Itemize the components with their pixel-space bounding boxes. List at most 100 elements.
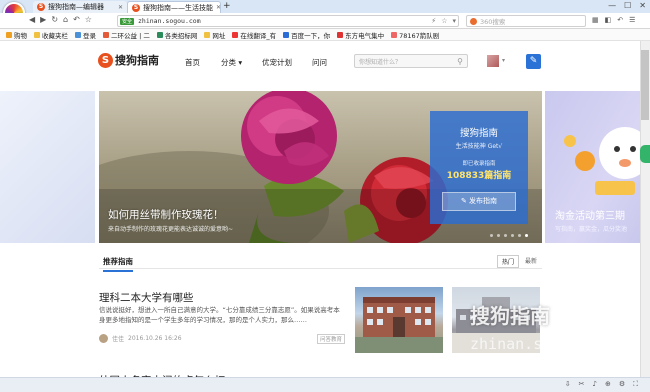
- site-search-input[interactable]: 你想知道什么？ ⚲: [354, 54, 468, 68]
- close-tab-icon[interactable]: ✕: [216, 4, 220, 11]
- watermark-brand: 搜狗指南: [470, 304, 550, 328]
- undo-tab-icon[interactable]: ↶: [617, 16, 623, 24]
- carousel-dot[interactable]: [497, 234, 500, 237]
- chevron-down-icon[interactable]: ▾: [502, 57, 505, 64]
- bookmark-item[interactable]: 收藏夹栏: [34, 30, 68, 40]
- article-meta: 佳佳 2016.10.26 16:26: [99, 334, 182, 343]
- sogou-favicon-icon: S: [132, 3, 140, 12]
- sound-icon[interactable]: ♪: [592, 380, 596, 389]
- bookmark-star-icon[interactable]: ☆: [441, 17, 447, 25]
- maximize-icon[interactable]: ☐: [624, 1, 631, 10]
- download-icon[interactable]: ⇩: [565, 380, 571, 389]
- article-thumbnail[interactable]: [355, 287, 443, 353]
- bookmark-item[interactable]: 网址: [204, 30, 225, 40]
- back-icon[interactable]: ◀: [29, 15, 35, 24]
- bookmark-icon: [6, 31, 12, 38]
- side-widget-icon[interactable]: [640, 145, 650, 163]
- browser-status-bar: [0, 377, 650, 392]
- toolbar-icons: ▦ ◧ ↶ ☰: [592, 16, 635, 24]
- sort-toggle: 热门 最新: [497, 255, 542, 268]
- apps-icon[interactable]: ▦: [592, 16, 599, 24]
- cut-icon[interactable]: ✂: [579, 380, 585, 389]
- close-tab-icon[interactable]: ✕: [118, 4, 123, 11]
- bookmark-item[interactable]: 登录: [75, 30, 96, 40]
- url-text[interactable]: zhinan.sogou.com: [138, 17, 201, 25]
- scrollbar-thumb[interactable]: [641, 50, 649, 120]
- user-avatar[interactable]: [487, 55, 499, 67]
- carousel-dot[interactable]: [511, 234, 514, 237]
- search-engine-icon[interactable]: [470, 17, 477, 25]
- url-actions: ⚡ ☆ ▾: [431, 17, 456, 25]
- author-avatar[interactable]: [99, 334, 108, 343]
- hero-title[interactable]: 如何用丝带制作玫瑰花！: [108, 207, 224, 222]
- bookmark-item[interactable]: 各类招标网: [156, 30, 197, 40]
- undo-icon[interactable]: ↶: [73, 15, 80, 24]
- close-window-icon[interactable]: ✕: [639, 1, 646, 10]
- browser-tab-guide[interactable]: S 搜狗指南——生活技能 ✕: [127, 1, 221, 13]
- forward-icon[interactable]: ▶: [40, 15, 46, 24]
- article-title[interactable]: 理科二本大学有哪些: [99, 290, 194, 305]
- article-excerpt: 信说说挺好，想进入一所自己满意的大学。“七分靠成绩三分靠志愿”。如果说高考本身更…: [99, 306, 340, 324]
- star-icon[interactable]: ☆: [85, 15, 92, 24]
- search-placeholder: 360搜索: [480, 18, 506, 26]
- carousel-prev-banner[interactable]: [0, 91, 95, 243]
- building-photo: [355, 297, 443, 353]
- secure-badge: 安全: [120, 17, 135, 25]
- side-banner-title[interactable]: 淘金活动第三期: [555, 207, 625, 222]
- bookmark-icon: [391, 31, 398, 38]
- browser-tab-editor[interactable]: S 搜狗指南—编辑器 ✕: [33, 1, 127, 13]
- site-logo[interactable]: S 搜狗指南: [98, 52, 159, 68]
- bookmark-item[interactable]: 在线翻译_有: [232, 30, 276, 40]
- sort-hot-button[interactable]: 热门: [497, 255, 520, 268]
- bookmark-icon: [75, 31, 81, 38]
- bookmarks-bar: 购物 收藏夹栏 登录 二环公益 | 二 各类招标网 网址 在线翻译_有 百度一下…: [0, 29, 650, 41]
- bookmark-icon: [283, 31, 290, 38]
- nav-home[interactable]: 首页: [185, 57, 200, 68]
- home-icon[interactable]: ⌂: [63, 15, 68, 24]
- nav-plan[interactable]: 优宠计划: [262, 57, 292, 68]
- guide-promo-card: 搜狗指南 生活技能神 Get√ 即已收录指南 108833篇指南 ✎ 发布指南: [430, 111, 528, 224]
- browser-search-box[interactable]: 360搜索: [466, 15, 586, 27]
- minimize-icon[interactable]: —: [608, 1, 616, 10]
- menu-icon[interactable]: ☰: [629, 16, 635, 24]
- tab-recommended[interactable]: 推荐指南: [103, 256, 133, 272]
- tab-label: 搜狗指南——生活技能: [143, 3, 213, 12]
- feed-tabs: [99, 253, 542, 269]
- nav-category[interactable]: 分类 ▾: [221, 57, 242, 68]
- lightning-icon[interactable]: ⚡: [431, 17, 436, 25]
- article-category-tag[interactable]: 问答教育: [317, 334, 346, 344]
- url-bar[interactable]: 安全 zhinan.sogou.com ⚡ ☆ ▾: [117, 15, 459, 27]
- bookmark-item[interactable]: 二环公益 | 二: [103, 30, 150, 40]
- new-tab-button[interactable]: +: [223, 1, 231, 11]
- settings-icon[interactable]: ⚙: [619, 380, 625, 389]
- tab-label: 搜狗指南—编辑器: [48, 3, 104, 11]
- carousel-dot[interactable]: [490, 234, 493, 237]
- carousel-dot[interactable]: [518, 234, 521, 237]
- dropdown-icon[interactable]: ▾: [452, 17, 456, 25]
- publish-guide-button[interactable]: ✎ 发布指南: [442, 192, 516, 211]
- site-brand-name: 搜狗指南: [115, 54, 159, 67]
- carousel-dot[interactable]: [504, 234, 507, 237]
- card-count-label: 即已收录指南: [462, 161, 496, 167]
- refresh-icon[interactable]: ↻: [51, 15, 58, 24]
- sort-new-button[interactable]: 最新: [521, 255, 542, 268]
- card-title: 搜狗指南: [459, 128, 498, 139]
- zoom-icon[interactable]: ⊕: [605, 380, 611, 389]
- bookmark-item[interactable]: 东方电气集中: [337, 30, 384, 40]
- bookmark-item[interactable]: 购物: [6, 30, 27, 40]
- side-banner-subtitle: 写指南，赢奖金，瓜分奖池: [555, 226, 628, 233]
- bookmark-item[interactable]: 78167箭队剧: [391, 30, 439, 40]
- status-icons: ⇩ ✂ ♪ ⊕ ⚙ ⛶: [565, 380, 638, 389]
- bookmark-item[interactable]: 百度一下，你: [283, 30, 330, 40]
- chevron-down-icon: ▾: [236, 58, 243, 67]
- fullscreen-icon[interactable]: ⛶: [633, 380, 638, 389]
- bookmark-icon: [103, 31, 109, 38]
- bookmark-icon: [34, 31, 40, 38]
- write-guide-button[interactable]: ✎: [526, 54, 541, 69]
- carousel-dot-active[interactable]: [525, 234, 528, 237]
- carousel-dots: [490, 234, 528, 237]
- nav-wenwen[interactable]: 问问: [312, 57, 327, 68]
- search-icon[interactable]: ⚲: [457, 57, 463, 66]
- author-name[interactable]: 佳佳: [112, 334, 124, 343]
- extension-icon[interactable]: ◧: [605, 16, 612, 24]
